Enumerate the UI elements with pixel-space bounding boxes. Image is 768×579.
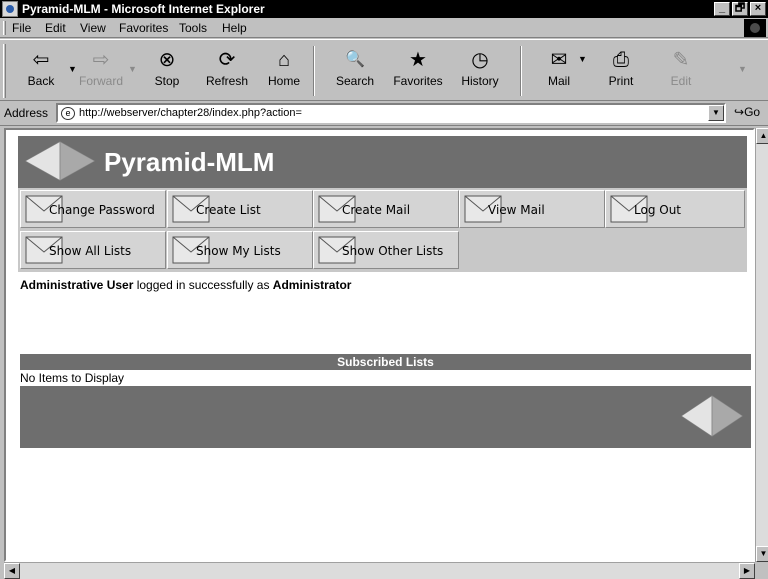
back-arrow-icon: ⇦ — [32, 49, 50, 71]
nav-label: Create List — [196, 203, 261, 217]
nav-menu: Change Password Create List Create Mail … — [18, 188, 747, 272]
refresh-button[interactable]: ⟳ Refresh — [202, 44, 252, 98]
pyramid-logo-icon — [24, 141, 96, 181]
scroll-down-arrow-icon[interactable]: ▼ — [756, 546, 768, 562]
create-list-button[interactable]: Create List — [167, 190, 313, 228]
forward-label: Forward — [78, 74, 123, 88]
ie-app-icon[interactable] — [2, 1, 18, 17]
create-mail-button[interactable]: Create Mail — [313, 190, 459, 228]
edit-label: Edit — [670, 74, 692, 88]
empty-list-message: No Items to Display — [20, 371, 125, 385]
login-message-text: logged in successfully as — [133, 278, 273, 292]
favorites-button[interactable]: ★ Favorites — [393, 44, 443, 98]
pyramid-logo-icon — [681, 395, 743, 437]
site-banner: Pyramid-MLM — [18, 136, 747, 188]
scroll-right-arrow-icon[interactable]: ▶ — [739, 563, 755, 579]
menu-favorites[interactable]: Favorites — [119, 21, 168, 35]
forward-button[interactable]: ⇨ Forward — [76, 44, 126, 98]
menu-tools[interactable]: Tools — [179, 21, 207, 35]
home-button[interactable]: ⌂ Home — [259, 44, 309, 98]
page-footer — [20, 386, 751, 448]
forward-dropdown-icon[interactable]: ▼ — [128, 64, 137, 74]
address-bar: Address e http://webserver/chapter28/ind… — [0, 101, 768, 126]
refresh-icon: ⟳ — [218, 49, 236, 71]
go-arrow-icon: ↪ — [734, 105, 745, 119]
address-url[interactable]: http://webserver/chapter28/index.php?act… — [79, 107, 302, 119]
menu-help[interactable]: Help — [222, 21, 247, 35]
search-icon: 🔍 — [345, 51, 365, 68]
search-button[interactable]: 🔍 Search — [330, 44, 380, 98]
print-button[interactable]: ⎙ Print — [596, 44, 646, 98]
change-password-button[interactable]: Change Password — [20, 190, 166, 228]
standard-toolbar: ⇦ Back ▼ ⇨ Forward ▼ ⊗ Stop ⟳ Refresh ⌂ … — [0, 39, 768, 101]
logged-in-user: Administrative User — [20, 278, 134, 292]
menubar-grip[interactable] — [3, 21, 6, 35]
toolbar-separator — [520, 46, 522, 96]
favorites-label: Favorites — [393, 74, 443, 88]
nav-label: View Mail — [488, 203, 545, 217]
menu-file[interactable]: File — [12, 21, 31, 35]
page-content: Pyramid-MLM Change Password Create List … — [4, 128, 755, 562]
stop-icon: ⊗ — [158, 49, 176, 71]
mail-button[interactable]: ✉ Mail — [534, 44, 584, 98]
history-label: History — [461, 74, 499, 88]
site-title: Pyramid-MLM — [104, 147, 275, 177]
show-other-lists-button[interactable]: Show Other Lists — [313, 231, 459, 269]
toolbar-grip[interactable] — [3, 44, 6, 98]
history-button[interactable]: ◷ History — [455, 44, 505, 98]
stop-button[interactable]: ⊗ Stop — [142, 44, 192, 98]
minimize-button[interactable]: _ — [714, 2, 730, 16]
menu-edit[interactable]: Edit — [45, 21, 66, 35]
login-status-message: Administrative User logged in successful… — [20, 278, 351, 292]
window-titlebar: Pyramid-MLM - Microsoft Internet Explore… — [0, 0, 768, 18]
toolbar-separator — [313, 46, 315, 96]
view-mail-button[interactable]: View Mail — [459, 190, 605, 228]
scroll-left-arrow-icon[interactable]: ◀ — [4, 563, 20, 579]
mail-label: Mail — [547, 74, 570, 88]
edit-dropdown-icon[interactable]: ▼ — [738, 64, 747, 74]
menu-bar: File Edit View Favorites Tools Help — [0, 18, 768, 38]
subscribed-lists-header: Subscribed Lists — [20, 354, 751, 370]
nav-label: Log Out — [634, 203, 682, 217]
nav-label: Show My Lists — [196, 244, 281, 258]
nav-label: Change Password — [49, 203, 155, 217]
forward-arrow-icon: ⇨ — [92, 49, 110, 71]
address-dropdown-icon[interactable]: ▼ — [708, 105, 724, 121]
window-title: Pyramid-MLM - Microsoft Internet Explore… — [22, 2, 265, 16]
scroll-up-arrow-icon[interactable]: ▲ — [756, 128, 768, 144]
ie-throbber-icon — [744, 19, 766, 37]
vertical-scrollbar[interactable]: ▲ ▼ — [755, 128, 768, 562]
address-label: Address — [4, 106, 49, 120]
restore-button[interactable]: 🗗 — [732, 2, 748, 16]
home-icon: ⌂ — [277, 49, 291, 71]
page-icon: e — [61, 107, 75, 120]
back-button[interactable]: ⇦ Back — [16, 44, 66, 98]
close-button[interactable]: × — [750, 2, 766, 16]
show-my-lists-button[interactable]: Show My Lists — [167, 231, 313, 269]
show-all-lists-button[interactable]: Show All Lists — [20, 231, 166, 269]
home-label: Home — [267, 74, 300, 88]
nav-label: Show Other Lists — [342, 244, 444, 258]
mail-icon: ✉ — [550, 49, 568, 71]
nav-label: Create Mail — [342, 203, 411, 217]
address-input[interactable]: e http://webserver/chapter28/index.php?a… — [56, 103, 726, 123]
log-out-button[interactable]: Log Out — [605, 190, 745, 228]
mail-dropdown-icon[interactable]: ▼ — [578, 54, 587, 64]
horizontal-scrollbar[interactable]: ◀ ▶ — [4, 562, 755, 579]
print-icon: ⎙ — [613, 49, 629, 71]
edit-button[interactable]: ✎ Edit — [656, 44, 706, 98]
go-button[interactable]: ↪Go — [734, 105, 760, 119]
edit-icon: ✎ — [672, 49, 690, 71]
search-label: Search — [335, 74, 375, 88]
go-label: Go — [744, 105, 761, 119]
nav-label: Show All Lists — [49, 244, 132, 258]
history-icon: ◷ — [471, 49, 489, 71]
favorites-icon: ★ — [409, 49, 427, 71]
menu-view[interactable]: View — [80, 21, 106, 35]
user-role: Administrator — [272, 278, 352, 292]
